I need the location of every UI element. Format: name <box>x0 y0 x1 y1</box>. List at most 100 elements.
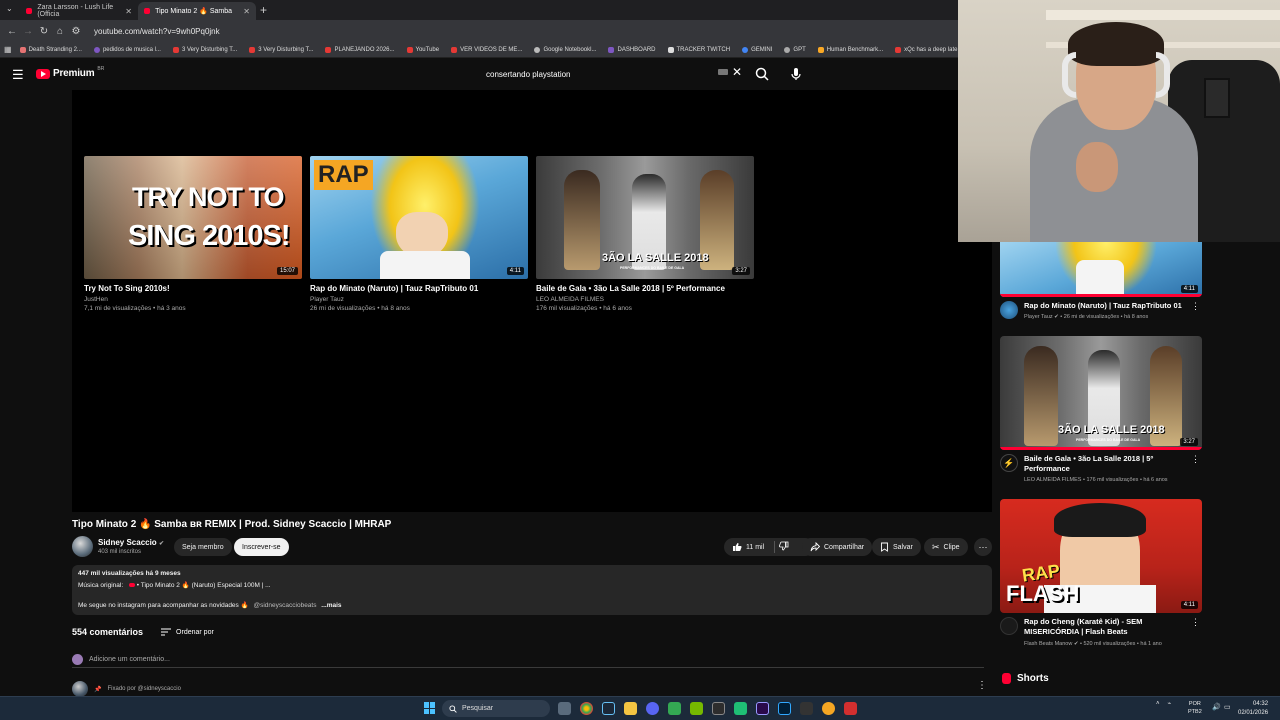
video-title[interactable]: Rap do Minato (Naruto) | Tauz RapTributo… <box>310 284 528 293</box>
sidebar-video-item[interactable]: 4:11 Rap do Minato (Naruto) | Tauz RapTr… <box>1000 242 1202 337</box>
channel-name[interactable]: JustHen <box>84 296 302 303</box>
home-icon[interactable]: ⌂ <box>52 26 68 37</box>
bookmark-item[interactable]: GPT <box>780 46 809 53</box>
system-clock[interactable]: 04:32 02/01/2026 <box>1238 700 1268 718</box>
youtube-logo[interactable]: Premium BR <box>36 66 104 79</box>
nvidia-icon[interactable] <box>690 702 703 715</box>
network-icon[interactable]: ⌁ <box>1168 700 1172 707</box>
bookmark-item[interactable]: PLANEJANDO 2026... <box>321 46 398 53</box>
sidebar-video-item[interactable]: 3ÃO LA SALLE 2018 PERFORMANCES DO BAILE … <box>1000 336 1202 490</box>
endscreen-video-card[interactable]: RAP 4:11 Rap do Minato (Naruto) | Tauz R… <box>310 156 528 312</box>
subscribe-button[interactable]: Inscrever-se <box>234 538 289 556</box>
video-thumbnail[interactable]: RAP FLASH 4:11 <box>1000 499 1202 613</box>
show-more-link[interactable]: ...mais <box>321 602 341 609</box>
more-actions-button[interactable]: ⋯ <box>974 538 992 556</box>
task-view-icon[interactable] <box>558 702 571 715</box>
language-indicator[interactable]: POR PTB2 <box>1188 700 1202 716</box>
bookmark-item[interactable]: pedidos de musica l... <box>90 46 165 53</box>
windows-start-icon[interactable] <box>424 702 436 714</box>
instagram-handle-link[interactable]: @sidneyscacciobeats <box>254 602 317 609</box>
discord-icon[interactable] <box>646 702 659 715</box>
new-tab-button[interactable]: + <box>260 3 267 17</box>
clip-button[interactable]: ✂ Clipe <box>924 538 968 556</box>
bookmark-item[interactable]: YouTube <box>403 46 444 53</box>
more-options-icon[interactable]: ⋮ <box>1191 301 1200 312</box>
bookmark-item[interactable]: 3 Very Disturbing T... <box>245 46 317 53</box>
channel-avatar[interactable] <box>72 536 93 557</box>
keyboard-icon[interactable] <box>718 69 728 75</box>
video-thumbnail[interactable]: 3ÃO LA SALLE 2018 PERFORMANCES DO BAILE … <box>536 156 754 279</box>
spotify-icon[interactable] <box>734 702 747 715</box>
photoshop-icon[interactable] <box>778 702 791 715</box>
more-options-icon[interactable]: ⋮ <box>1191 617 1200 628</box>
channel-name[interactable]: Sidney Scaccio ✔ <box>98 538 164 547</box>
video-thumbnail[interactable]: TRY NOT TO SING 2010S! 15:07 <box>84 156 302 279</box>
commenter-avatar[interactable] <box>72 681 88 697</box>
like-button[interactable]: 11 mil <box>732 542 764 552</box>
more-options-icon[interactable]: ⋮ <box>1191 454 1200 465</box>
video-thumbnail[interactable]: 3ÃO LA SALLE 2018 PERFORMANCES DO BAILE … <box>1000 336 1202 450</box>
url-field[interactable]: youtube.com/watch?v=9wh0Pq0jnk <box>94 27 220 36</box>
video-thumbnail[interactable]: 4:11 <box>1000 242 1202 297</box>
channel-avatar[interactable] <box>1000 617 1018 635</box>
file-explorer-icon[interactable] <box>624 702 637 715</box>
comment-menu-icon[interactable]: ⋮ <box>977 680 987 691</box>
close-tab-icon[interactable]: ✕ <box>243 7 250 16</box>
back-icon[interactable]: ← <box>4 26 20 37</box>
video-title[interactable]: Try Not To Sing 2010s! <box>84 284 302 293</box>
save-button[interactable]: Salvar <box>872 538 921 556</box>
steam-icon[interactable] <box>602 702 615 715</box>
search-button[interactable] <box>752 64 772 84</box>
video-thumbnail[interactable]: RAP 4:11 <box>310 156 528 279</box>
tray-expand-icon[interactable]: ˄ <box>1156 701 1160 707</box>
add-comment-field[interactable]: Adicione um comentário... <box>72 652 984 668</box>
bookmark-item[interactable]: xQc has a deep late... <box>891 46 966 53</box>
video-title[interactable]: Rap do Cheng (Karatê Kid) - SEM MISERICÓ… <box>1024 617 1186 637</box>
taskbar-search-box[interactable]: Pesquisar <box>442 700 550 717</box>
video-title[interactable]: Baile de Gala • 3ão La Salle 2018 | 5º P… <box>1024 454 1186 474</box>
video-title[interactable]: Baile de Gala • 3ão La Salle 2018 | 5º P… <box>536 284 754 293</box>
app-icon[interactable] <box>668 702 681 715</box>
bookmark-item[interactable]: GEMINI <box>738 46 776 53</box>
endscreen-video-card[interactable]: TRY NOT TO SING 2010S! 15:07 Try Not To … <box>84 156 302 312</box>
description-box[interactable]: 447 mil visualizações há 9 meses Música … <box>72 565 992 615</box>
premiere-icon[interactable] <box>756 702 769 715</box>
app-icon[interactable] <box>712 702 725 715</box>
share-button[interactable]: Compartilhar <box>802 538 873 556</box>
obs-icon[interactable] <box>800 702 813 715</box>
clear-search-icon[interactable]: ✕ <box>732 65 742 79</box>
bookmark-item[interactable]: 3 Very Disturbing T... <box>169 46 241 53</box>
channel-avatar[interactable] <box>1000 301 1018 319</box>
apps-icon[interactable]: ▦ <box>4 45 12 54</box>
original-music-link[interactable]: • Tipo Minato 2 🔥 (Naruto) Especial 100M… <box>128 582 271 589</box>
tab-search-icon[interactable]: ⌄ <box>6 4 13 13</box>
menu-icon[interactable]: ☰ <box>12 67 24 83</box>
video-title[interactable]: Rap do Minato (Naruto) | Tauz RapTributo… <box>1024 301 1186 311</box>
channel-name[interactable]: Player Tauz <box>310 296 528 303</box>
bookmark-item[interactable]: DASHBOARD <box>604 46 659 53</box>
bookmark-item[interactable]: Google Notebookl... <box>530 46 600 53</box>
chrome-icon[interactable] <box>580 702 593 715</box>
bookmark-item[interactable]: Human Benchmark... <box>814 46 887 53</box>
channel-avatar[interactable]: ⚡ <box>1000 454 1018 472</box>
app-icon[interactable] <box>822 702 835 715</box>
browser-tab[interactable]: Zara Larsson - Lush Life (Officia ✕ <box>20 2 138 20</box>
voice-search-button[interactable] <box>786 64 806 84</box>
close-tab-icon[interactable]: ✕ <box>125 7 132 16</box>
bookmark-item[interactable]: Death Stranding 2... <box>16 46 86 53</box>
endscreen-video-card[interactable]: 3ÃO LA SALLE 2018 PERFORMANCES DO BAILE … <box>536 156 754 312</box>
battery-icon[interactable]: ▭ <box>1224 703 1231 711</box>
search-input[interactable]: consertando playstation <box>476 64 748 84</box>
sort-comments-button[interactable]: Ordenar por <box>161 628 214 636</box>
site-info-icon[interactable]: ⚙ <box>68 26 84 37</box>
join-button[interactable]: Seja membro <box>174 538 232 556</box>
sidebar-video-item[interactable]: RAP FLASH 4:11 Rap do Cheng (Karatê Kid)… <box>1000 499 1202 653</box>
bookmark-item[interactable]: TRACKER TWITCH <box>664 46 735 53</box>
channel-name[interactable]: LEO ALMEIDA FILMES <box>536 296 754 303</box>
video-player[interactable]: TRY NOT TO SING 2010S! 15:07 Try Not To … <box>72 90 992 512</box>
forward-icon[interactable]: → <box>20 26 36 37</box>
reload-icon[interactable]: ↻ <box>36 26 52 37</box>
volume-icon[interactable]: 🔊 <box>1212 703 1221 711</box>
acrobat-icon[interactable] <box>844 702 857 715</box>
dislike-button[interactable] <box>779 541 789 553</box>
